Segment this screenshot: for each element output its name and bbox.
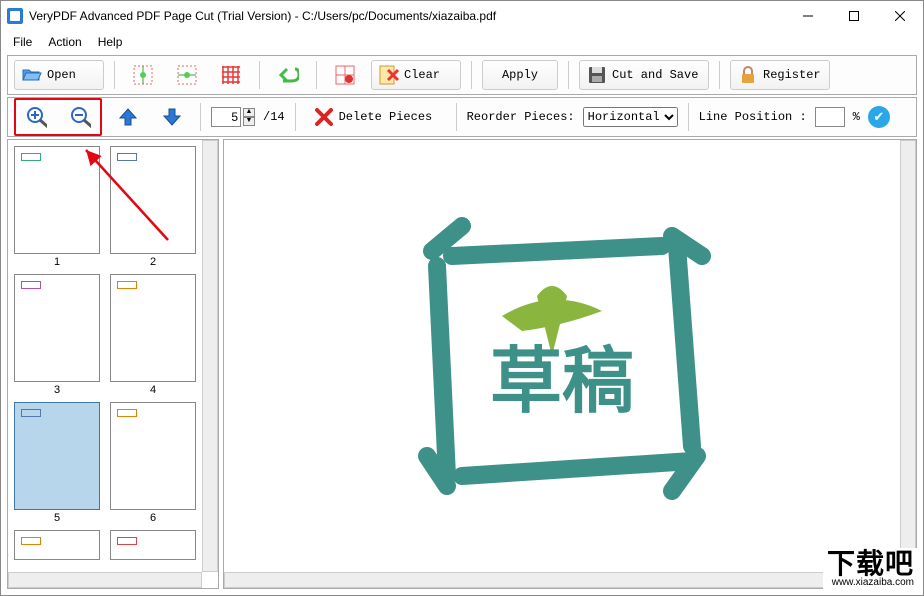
add-vertical-cut-button[interactable]: [125, 60, 161, 90]
thumbnail-item[interactable]: [110, 530, 196, 560]
undo-icon: [277, 64, 299, 86]
zoom-out-button[interactable]: [62, 102, 98, 132]
grid-horizontal-icon: [176, 64, 198, 86]
register-label: Register: [763, 68, 821, 82]
line-position-label: Line Position :: [699, 110, 807, 124]
clear-label: Clear: [404, 68, 440, 82]
grid-button[interactable]: [213, 60, 249, 90]
lock-icon: [737, 64, 759, 86]
thumbnail-item[interactable]: 6: [110, 402, 196, 524]
minimize-button[interactable]: [785, 1, 831, 31]
thumbnail-panel: 1 2 3 4 5 6: [7, 139, 219, 589]
preview-vertical-scrollbar[interactable]: [900, 140, 916, 572]
grid-icon: [220, 64, 242, 86]
grid-vertical-icon: [132, 64, 154, 86]
preview-panel: 草稿: [223, 139, 917, 589]
apply-button[interactable]: Apply: [482, 60, 558, 90]
delete-icon: [313, 106, 335, 128]
content-area: 1 2 3 4 5 6: [1, 139, 923, 595]
add-horizontal-cut-button[interactable]: [169, 60, 205, 90]
page-current-input[interactable]: [211, 107, 241, 127]
thumbnail-label: 6: [150, 512, 156, 524]
arrow-up-icon: [117, 106, 139, 128]
close-button[interactable]: [877, 1, 923, 31]
save-icon: [586, 64, 608, 86]
toolbar-secondary: ▲ ▼ /14 Delete Pieces Reorder Pieces: Ho…: [7, 97, 917, 137]
check-icon: ✔: [873, 109, 884, 125]
preview-horizontal-scrollbar[interactable]: [224, 572, 900, 588]
thumbnail-horizontal-scrollbar[interactable]: [8, 572, 202, 588]
zoom-in-icon: [25, 106, 47, 128]
thumbnail-label: 4: [150, 384, 156, 396]
zoom-group-highlight: [14, 98, 102, 136]
svg-text:草稿: 草稿: [490, 342, 634, 422]
confirm-line-button[interactable]: ✔: [868, 106, 890, 128]
annotation-arrow: [68, 140, 188, 260]
remove-cut-button[interactable]: [327, 60, 363, 90]
arrow-down-icon: [161, 106, 183, 128]
delete-pieces-label: Delete Pieces: [339, 110, 433, 124]
thumbnail-item[interactable]: 5: [14, 402, 100, 524]
thumbnail-label: 5: [54, 512, 60, 524]
thumbnail-label: 1: [54, 256, 60, 268]
zoom-out-icon: [69, 106, 91, 128]
line-position-input[interactable]: [815, 107, 845, 127]
delete-pieces-button[interactable]: Delete Pieces: [306, 102, 446, 132]
toolbar-main: Open Clear Apply: [7, 55, 917, 95]
page-up-button[interactable]: [110, 102, 146, 132]
watermark-brand: 下载吧: [827, 550, 914, 578]
thumbnail-item[interactable]: [14, 530, 100, 560]
draft-stamp-graphic: 草稿: [392, 196, 732, 516]
menu-action[interactable]: Action: [40, 33, 89, 51]
reorder-select[interactable]: Horizontal: [583, 107, 678, 127]
undo-button[interactable]: [270, 60, 306, 90]
thumbnail-label: 3: [54, 384, 60, 396]
cut-and-save-label: Cut and Save: [612, 68, 698, 82]
folder-open-icon: [21, 64, 43, 86]
page-step-up[interactable]: ▲: [243, 108, 255, 117]
app-icon: [7, 8, 23, 24]
cut-and-save-button[interactable]: Cut and Save: [579, 60, 709, 90]
thumbnail-item[interactable]: 3: [14, 274, 100, 396]
page-total-label: /14: [263, 110, 285, 124]
site-watermark: 下载吧 www.xiazaiba.com: [823, 548, 918, 590]
page-number-stepper[interactable]: ▲ ▼: [211, 107, 255, 127]
open-button[interactable]: Open: [14, 60, 104, 90]
menu-help[interactable]: Help: [90, 33, 131, 51]
apply-label: Apply: [502, 68, 538, 82]
thumbnail-vertical-scrollbar[interactable]: [202, 140, 218, 572]
clear-button[interactable]: Clear: [371, 60, 461, 90]
menu-bar: File Action Help: [1, 31, 923, 53]
thumbnail-item[interactable]: 4: [110, 274, 196, 396]
zoom-in-button[interactable]: [18, 102, 54, 132]
title-bar: VeryPDF Advanced PDF Page Cut (Trial Ver…: [1, 1, 923, 31]
watermark-url: www.xiazaiba.com: [827, 578, 914, 588]
maximize-button[interactable]: [831, 1, 877, 31]
reorder-label: Reorder Pieces:: [467, 110, 575, 124]
open-label: Open: [47, 68, 76, 82]
window-title: VeryPDF Advanced PDF Page Cut (Trial Ver…: [29, 9, 496, 23]
page-step-down[interactable]: ▼: [243, 117, 255, 126]
percent-label: %: [853, 110, 860, 124]
menu-file[interactable]: File: [5, 33, 40, 51]
page-down-button[interactable]: [154, 102, 190, 132]
register-button[interactable]: Register: [730, 60, 830, 90]
grid-remove-icon: [334, 64, 356, 86]
clear-icon: [378, 64, 400, 86]
page-canvas[interactable]: 草稿: [224, 140, 900, 572]
